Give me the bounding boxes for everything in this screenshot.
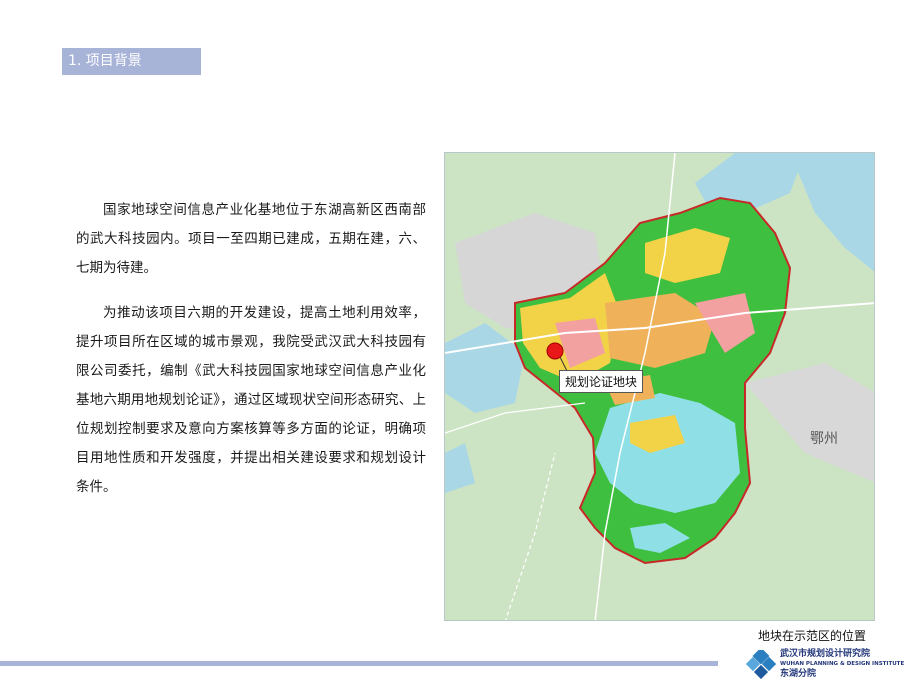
paragraph-1: 国家地球空间信息产业化基地位于东湖高新区西南部的武大科技园内。项目一至四期已建成…: [76, 202, 426, 276]
site-marker: [546, 342, 564, 360]
institute-logo: 武汉市规划设计研究院 WUHAN PLANNING & DESIGN INSTI…: [746, 648, 916, 684]
map-caption: 地块在示范区的位置: [758, 629, 867, 643]
map-graphic: 鄂州: [445, 153, 874, 620]
logo-name-cn: 武汉市规划设计研究院: [780, 649, 871, 659]
place-label-ezhou: 鄂州: [810, 431, 838, 447]
body-text: 国家地球空间信息产业化基地位于东湖高新区西南部的武大科技园内。项目一至四期已建成…: [76, 196, 426, 502]
location-map: 鄂州: [444, 152, 875, 621]
paragraph-2: 为推动该项目六期的开发建设，提高土地利用效率，提升项目所在区域的城市景观，我院受…: [76, 305, 426, 495]
logo-name-en: WUHAN PLANNING & DESIGN INSTITUTE: [780, 661, 905, 667]
footer-bar: [0, 661, 718, 666]
map-callout: 规划论证地块: [559, 370, 644, 393]
section-title: 1. 项目背景: [62, 48, 201, 75]
logo-icon: [746, 650, 776, 680]
logo-branch: 东湖分院: [780, 669, 817, 679]
